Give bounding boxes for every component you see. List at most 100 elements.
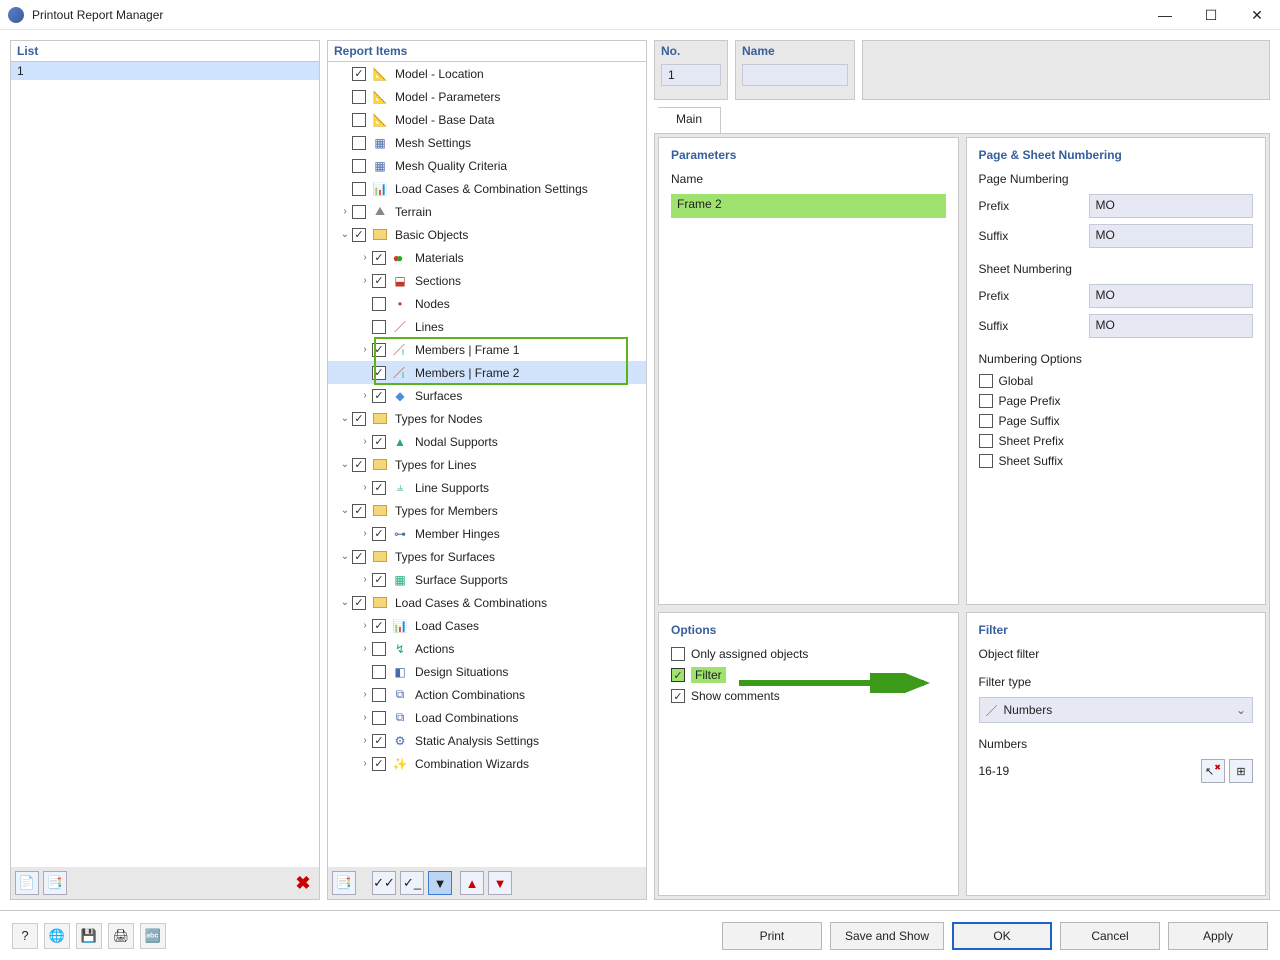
tree-item[interactable]: ›⛰Terrain (328, 200, 646, 223)
tree-item[interactable]: 📐Model - Base Data (328, 108, 646, 131)
tree-checkbox[interactable] (352, 205, 366, 219)
caret-icon[interactable]: ⌄ (338, 505, 352, 516)
caret-icon[interactable]: › (358, 735, 372, 746)
tree-checkbox[interactable] (372, 688, 386, 702)
param-name-input[interactable]: Frame 2 (671, 194, 946, 218)
caret-icon[interactable]: ⌄ (338, 459, 352, 470)
pick-button[interactable]: ↖✖ (1201, 759, 1225, 783)
tree-item[interactable]: ▦Mesh Quality Criteria (328, 154, 646, 177)
filter-checkbox[interactable] (671, 668, 685, 682)
numbers-input[interactable]: 16-19 (979, 764, 1198, 778)
tree-checkbox[interactable] (372, 251, 386, 265)
move-up-button[interactable]: ▲ (460, 871, 484, 895)
tree-checkbox[interactable] (352, 228, 366, 242)
new-report-button[interactable]: 📄 (15, 871, 39, 895)
caret-icon[interactable]: ⌄ (338, 413, 352, 424)
tree-body[interactable]: 📐Model - Location📐Model - Parameters📐Mod… (328, 62, 646, 867)
tree-checkbox[interactable] (352, 412, 366, 426)
name-value[interactable] (742, 64, 848, 86)
filter-type-dropdown[interactable]: ／ Numbers ⌄ (979, 697, 1254, 723)
tree-checkbox[interactable] (372, 665, 386, 679)
tree-checkbox[interactable] (372, 389, 386, 403)
tree-item[interactable]: 📊Load Cases & Combination Settings (328, 177, 646, 200)
numbering-option-checkbox[interactable] (979, 394, 993, 408)
caret-icon[interactable]: › (358, 252, 372, 263)
tree-checkbox[interactable] (352, 458, 366, 472)
tree-item[interactable]: ›↯Actions (328, 637, 646, 660)
caret-icon[interactable]: › (358, 436, 372, 447)
tree-checkbox[interactable] (372, 274, 386, 288)
apply-button[interactable]: Apply (1168, 922, 1268, 950)
numbering-option-row[interactable]: Sheet Suffix (979, 454, 1254, 468)
tree-item[interactable]: ›📊Load Cases (328, 614, 646, 637)
tree-copy-button[interactable]: 📑 (332, 871, 356, 895)
tree-checkbox[interactable] (372, 481, 386, 495)
maximize-button[interactable]: ☐ (1188, 0, 1234, 30)
tree-checkbox[interactable] (372, 734, 386, 748)
tree-checkbox[interactable] (352, 136, 366, 150)
print-button[interactable]: Print (722, 922, 822, 950)
ok-button[interactable]: OK (952, 922, 1052, 950)
only-assigned-row[interactable]: Only assigned objects (671, 647, 946, 661)
tree-checkbox[interactable] (372, 297, 386, 311)
caret-icon[interactable]: › (358, 574, 372, 585)
tree-checkbox[interactable] (372, 320, 386, 334)
tree-item[interactable]: ›⧉Action Combinations (328, 683, 646, 706)
tree-checkbox[interactable] (352, 504, 366, 518)
caret-icon[interactable]: › (358, 482, 372, 493)
save-and-show-button[interactable]: Save and Show (830, 922, 944, 950)
cancel-button[interactable]: Cancel (1060, 922, 1160, 950)
caret-icon[interactable]: › (358, 275, 372, 286)
tree-item[interactable]: 📐Model - Parameters (328, 85, 646, 108)
tab-main[interactable]: Main (658, 107, 721, 133)
tree-checkbox[interactable] (372, 619, 386, 633)
no-value[interactable]: 1 (661, 64, 721, 86)
tree-item[interactable]: ›⬓Sections (328, 269, 646, 292)
tree-item[interactable]: ›⫨Line Supports (328, 476, 646, 499)
numbering-option-row[interactable]: Global (979, 374, 1254, 388)
caret-icon[interactable]: › (358, 344, 372, 355)
tree-item[interactable]: ⌄Types for Nodes (328, 407, 646, 430)
caret-icon[interactable]: › (358, 620, 372, 631)
move-down-button[interactable]: ▼ (488, 871, 512, 895)
tree-item[interactable]: ›●●Materials (328, 246, 646, 269)
tree-item[interactable]: 📐Model - Location (328, 62, 646, 85)
tree-checkbox[interactable] (352, 550, 366, 564)
tree-item[interactable]: ／IMembers | Frame 2 (328, 361, 646, 384)
check-all-button[interactable]: ✓✓ (372, 871, 396, 895)
tree-item[interactable]: ／Lines (328, 315, 646, 338)
caret-icon[interactable]: › (358, 712, 372, 723)
page-suffix-input[interactable]: MO (1089, 224, 1254, 248)
tree-checkbox[interactable] (352, 596, 366, 610)
tree-item[interactable]: ›▦Surface Supports (328, 568, 646, 591)
tree-item[interactable]: ›⚙Static Analysis Settings (328, 729, 646, 752)
print-setup-button[interactable]: 🖨 (108, 923, 134, 949)
tree-checkbox[interactable] (372, 711, 386, 725)
tree-checkbox[interactable] (352, 90, 366, 104)
numbering-option-row[interactable]: Sheet Prefix (979, 434, 1254, 448)
tree-item[interactable]: ⌄Basic Objects (328, 223, 646, 246)
tree-checkbox[interactable] (352, 159, 366, 173)
save-button[interactable]: 💾 (76, 923, 102, 949)
list-item[interactable]: 1 (11, 62, 319, 80)
uncheck-all-button[interactable]: ✓_ (400, 871, 424, 895)
caret-icon[interactable]: › (358, 643, 372, 654)
select-button[interactable]: ⊞ (1229, 759, 1253, 783)
tree-checkbox[interactable] (372, 435, 386, 449)
numbering-option-checkbox[interactable] (979, 414, 993, 428)
numbering-option-checkbox[interactable] (979, 374, 993, 388)
tree-checkbox[interactable] (372, 343, 386, 357)
numbering-option-row[interactable]: Page Suffix (979, 414, 1254, 428)
caret-icon[interactable]: › (358, 390, 372, 401)
tree-checkbox[interactable] (372, 527, 386, 541)
copy-report-button[interactable]: 📑 (43, 871, 67, 895)
tree-checkbox[interactable] (352, 182, 366, 196)
numbering-option-checkbox[interactable] (979, 454, 993, 468)
tree-item[interactable]: ›⧉Load Combinations (328, 706, 646, 729)
tree-checkbox[interactable] (372, 642, 386, 656)
caret-icon[interactable]: ⌄ (338, 597, 352, 608)
tree-checkbox[interactable] (352, 67, 366, 81)
tree-item[interactable]: ›▲Nodal Supports (328, 430, 646, 453)
tree-checkbox[interactable] (372, 757, 386, 771)
numbering-option-checkbox[interactable] (979, 434, 993, 448)
